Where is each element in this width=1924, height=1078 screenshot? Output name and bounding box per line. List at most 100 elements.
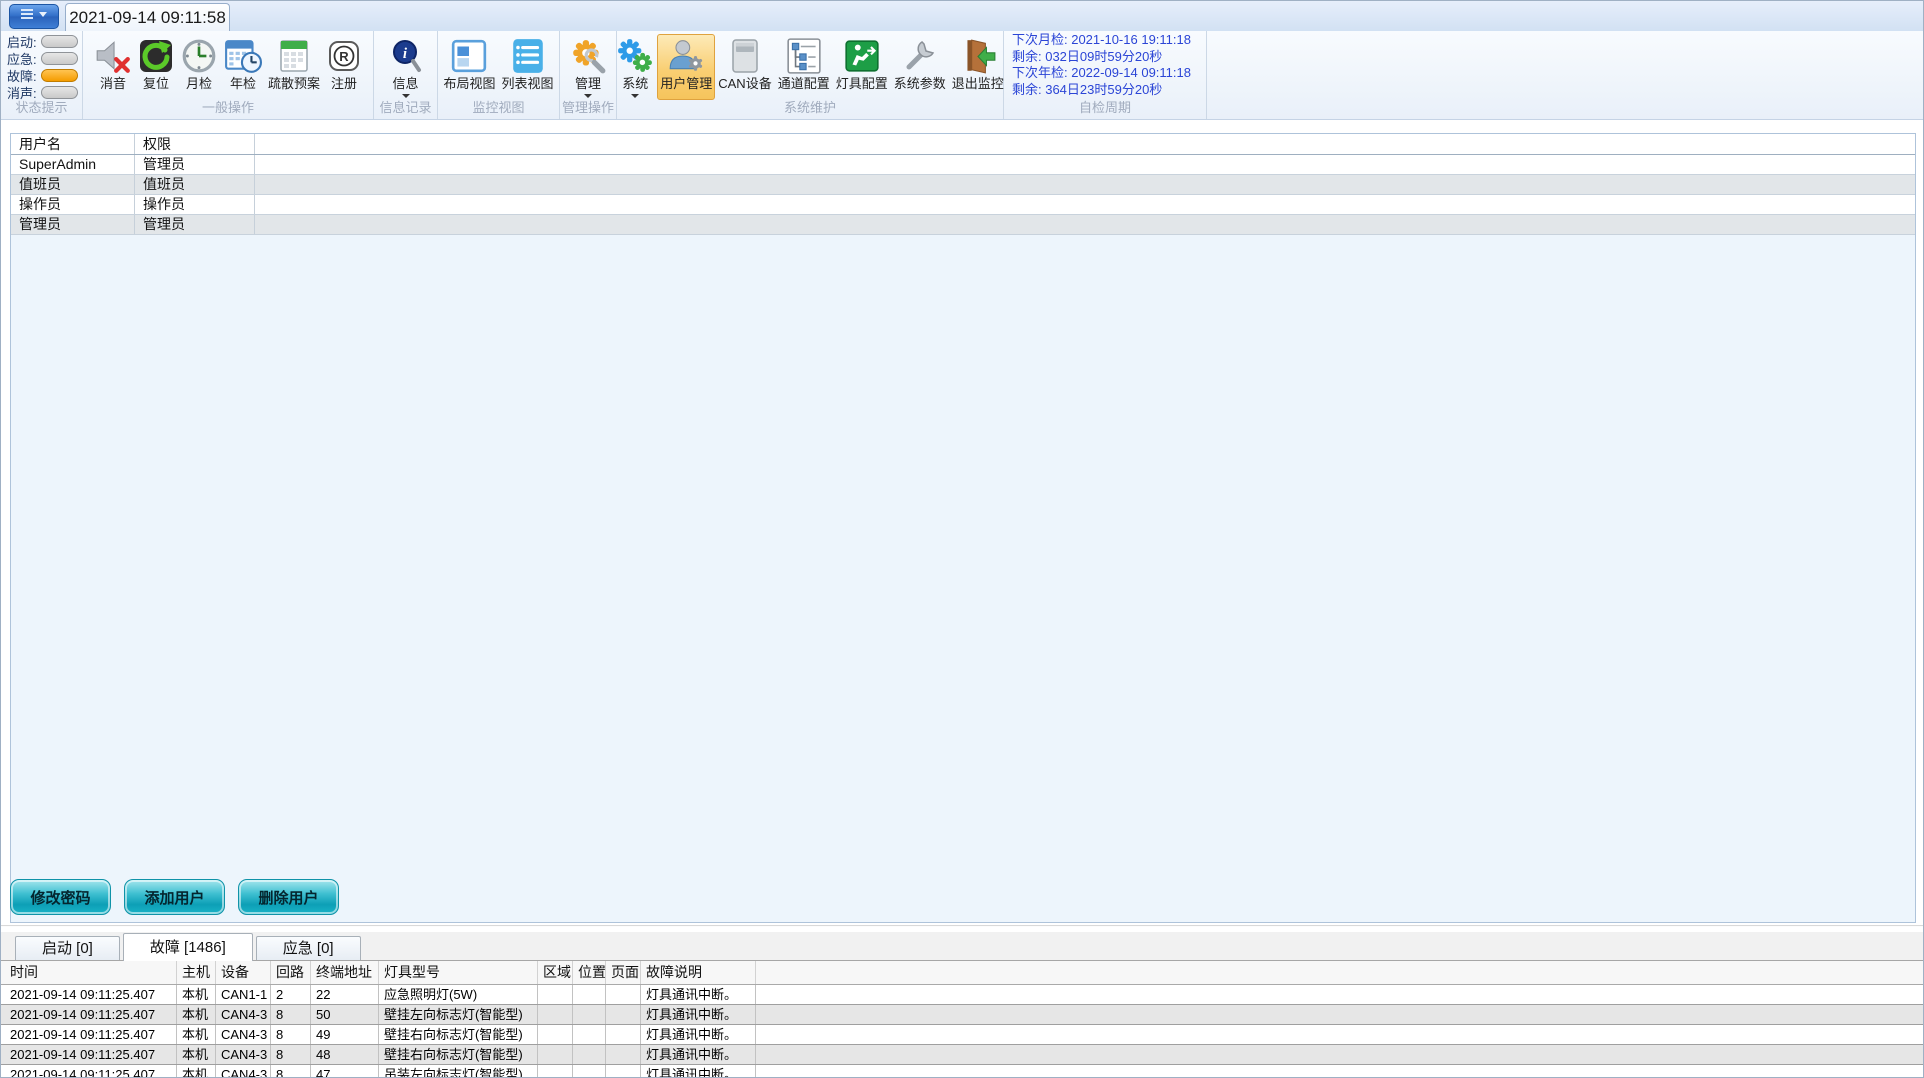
user-manage-button[interactable]: 用户管理 <box>657 34 715 100</box>
fault-indicator-led <box>41 69 78 82</box>
status-emergency: 应急: <box>7 51 78 66</box>
column-header-username[interactable]: 用户名 <box>11 134 135 154</box>
host-cell: 本机 <box>177 1005 216 1024</box>
can-device-button[interactable]: CAN设备 <box>715 34 774 100</box>
ribbon-group-status: 启动: 应急: 故障: 消声: 状态提示 <box>1 31 83 119</box>
column-header-fault-desc[interactable]: 故障说明 <box>641 961 756 984</box>
device-cell: CAN4-3 <box>216 1025 271 1044</box>
username-cell: 操作员 <box>11 195 135 214</box>
user-row[interactable]: SuperAdmin 管理员 <box>11 155 1915 175</box>
info-icon: i <box>388 36 424 76</box>
area-cell <box>538 1045 573 1064</box>
filler-cell <box>756 985 1923 1004</box>
tab-emergency-events[interactable]: 应急 [0] <box>256 936 361 960</box>
change-password-button[interactable]: 修改密码 <box>10 879 111 915</box>
filler-cell <box>756 1005 1923 1024</box>
column-header-terminal[interactable]: 终端地址 <box>311 961 379 984</box>
time-cell: 2021-09-14 09:11:25.407 <box>5 1025 177 1044</box>
column-header-page[interactable]: 页面 <box>606 961 641 984</box>
fault-row[interactable]: 2021-09-14 09:11:25.407 本机 CAN4-3 8 49 壁… <box>1 1025 1923 1045</box>
manage-button[interactable]: 管理 <box>566 34 610 100</box>
mute-button[interactable]: 消音 <box>91 34 135 100</box>
lamp-config-button[interactable]: 灯具配置 <box>833 34 891 100</box>
column-header-device[interactable]: 设备 <box>216 961 271 984</box>
filler-cell <box>756 1045 1923 1064</box>
tab-fault-events[interactable]: 故障 [1486] <box>123 933 253 961</box>
group-label-maintenance: 系统维护 <box>617 101 1003 119</box>
fault-desc-cell: 灯具通讯中断。 <box>641 1045 756 1064</box>
user-management-panel: 用户名 权限 SuperAdmin 管理员 值班员 值班员 操作员 操作员 管理… <box>10 133 1916 923</box>
emergency-indicator-led <box>41 52 78 65</box>
exit-door-icon <box>959 36 997 76</box>
loop-cell: 8 <box>271 1045 311 1064</box>
event-log-tabs: 启动 [0] 故障 [1486] 应急 [0] <box>1 932 1923 961</box>
column-header-lamp-model[interactable]: 灯具型号 <box>379 961 538 984</box>
ribbon-toolbar: 启动: 应急: 故障: 消声: 状态提示 <box>1 31 1923 120</box>
filler-cell <box>756 1025 1923 1044</box>
monthly-check-button[interactable]: 月检 <box>177 34 221 100</box>
list-view-button[interactable]: 列表视图 <box>499 34 557 100</box>
manage-gear-icon <box>569 36 607 76</box>
info-button[interactable]: i 信息 <box>385 34 427 100</box>
calendar-clock-icon <box>224 36 262 76</box>
register-icon: R <box>326 36 362 76</box>
terminal-cell: 49 <box>311 1025 379 1044</box>
reset-icon <box>138 36 174 76</box>
system-params-button[interactable]: 系统参数 <box>891 34 949 100</box>
time-cell: 2021-09-14 09:11:25.407 <box>5 1045 177 1064</box>
ribbon-group-info: i 信息 信息记录 <box>374 31 438 119</box>
user-manage-icon <box>667 36 705 76</box>
fault-row[interactable]: 2021-09-14 09:11:25.407 本机 CAN4-3 8 48 壁… <box>1 1045 1923 1065</box>
mute-speaker-icon <box>94 36 132 76</box>
channel-config-button[interactable]: 通道配置 <box>775 34 833 100</box>
page-cell <box>606 985 641 1004</box>
host-cell: 本机 <box>177 985 216 1004</box>
fault-row[interactable]: 2021-09-14 09:11:25.407 本机 CAN1-1 2 22 应… <box>1 985 1923 1005</box>
user-row[interactable]: 值班员 值班员 <box>11 175 1915 195</box>
page-cell <box>606 1025 641 1044</box>
group-label-manage: 管理操作 <box>560 101 616 119</box>
user-table: 用户名 权限 SuperAdmin 管理员 值班员 值班员 操作员 操作员 管理… <box>11 134 1915 235</box>
column-header-location[interactable]: 位置 <box>573 961 606 984</box>
host-cell: 本机 <box>177 1065 216 1078</box>
fault-desc-cell: 灯具通讯中断。 <box>641 985 756 1004</box>
evacuation-plan-button[interactable]: 疏散预案 <box>265 34 323 100</box>
column-header-time[interactable]: 时间 <box>5 961 177 984</box>
fault-row[interactable]: 2021-09-14 09:11:25.407 本机 CAN4-3 8 50 壁… <box>1 1005 1923 1025</box>
user-actions: 修改密码 添加用户 删除用户 <box>10 879 339 915</box>
column-header-loop[interactable]: 回路 <box>271 961 311 984</box>
column-header-area[interactable]: 区域 <box>538 961 573 984</box>
tab-start-events[interactable]: 启动 [0] <box>15 936 120 960</box>
column-header-host[interactable]: 主机 <box>177 961 216 984</box>
device-cell: CAN4-3 <box>216 1065 271 1078</box>
ribbon-group-selfcheck: 下次月检: 2021-10-16 19:11:18 剩余: 032日09时59分… <box>1004 31 1207 119</box>
layout-view-button[interactable]: 布局视图 <box>440 34 498 100</box>
username-cell: 值班员 <box>11 175 135 194</box>
horizontal-divider <box>1 925 1923 927</box>
user-row[interactable]: 操作员 操作员 <box>11 195 1915 215</box>
terminal-cell: 22 <box>311 985 379 1004</box>
add-user-button[interactable]: 添加用户 <box>124 879 225 915</box>
username-cell: 管理员 <box>11 215 135 234</box>
status-start: 启动: <box>7 34 78 49</box>
fault-desc-cell: 灯具通讯中断。 <box>641 1005 756 1024</box>
register-button[interactable]: R 注册 <box>323 34 365 100</box>
ribbon-group-system: 系统 <box>617 31 1004 119</box>
clock-title-tab: 2021-09-14 09:11:58 <box>65 3 230 31</box>
app-menu-button[interactable] <box>9 4 59 29</box>
layout-view-icon <box>450 36 488 76</box>
fault-row[interactable]: 2021-09-14 09:11:25.407 本机 CAN4-3 8 47 吊… <box>1 1065 1923 1078</box>
exit-monitor-button[interactable]: 退出监控 <box>949 34 1007 100</box>
system-button[interactable]: 系统 <box>613 34 657 100</box>
column-header-role[interactable]: 权限 <box>135 134 255 154</box>
area-cell <box>538 1025 573 1044</box>
user-row[interactable]: 管理员 管理员 <box>11 215 1915 235</box>
annual-check-button[interactable]: 年检 <box>221 34 265 100</box>
current-time-text: 2021-09-14 09:11:58 <box>69 8 226 28</box>
reset-button[interactable]: 复位 <box>135 34 177 100</box>
username-cell: SuperAdmin <box>11 155 135 174</box>
role-cell: 操作员 <box>135 195 255 214</box>
page-cell <box>606 1045 641 1064</box>
hamburger-menu-icon <box>18 7 50 26</box>
delete-user-button[interactable]: 删除用户 <box>238 879 339 915</box>
